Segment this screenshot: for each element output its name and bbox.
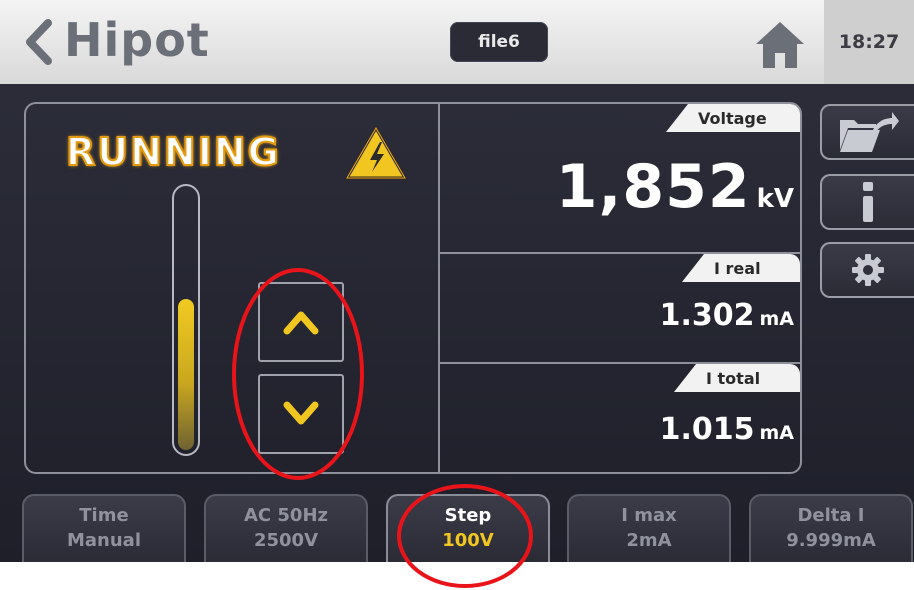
i-total-readout: 1.015 mA (660, 412, 794, 447)
file-name-button[interactable]: file6 (450, 22, 548, 62)
param-value: 100V (442, 530, 494, 551)
back-button[interactable] (24, 12, 54, 72)
home-icon[interactable] (754, 18, 806, 70)
i-real-readout: 1.302 mA (660, 298, 794, 333)
param-time-button[interactable]: Time Manual (22, 494, 186, 562)
chevron-left-icon (26, 19, 52, 65)
info-icon (863, 182, 873, 222)
chevron-down-icon (283, 401, 319, 425)
param-label: Step (444, 505, 492, 526)
param-delta-button[interactable]: Delta I 9.999mA (749, 494, 913, 562)
param-label: I max (621, 505, 677, 526)
voltage-readout: 1,852 kV (556, 152, 794, 222)
param-label: AC 50Hz (244, 505, 328, 526)
param-label: Time (79, 505, 129, 526)
voltage-unit: kV (756, 184, 794, 214)
param-value: Manual (66, 530, 141, 551)
voltage-label: Voltage (666, 104, 800, 132)
param-ac-button[interactable]: AC 50Hz 2500V (204, 494, 368, 562)
param-step-button[interactable]: Step 100V (386, 494, 550, 562)
gauge-fill (178, 299, 194, 450)
param-value: 2500V (253, 530, 319, 551)
chevron-up-icon (283, 311, 319, 335)
voltage-level-gauge (172, 184, 200, 456)
panel-divider (438, 104, 440, 472)
gear-icon (852, 254, 884, 286)
header-bar: Hipot file6 18:27 (0, 0, 914, 84)
param-imax-button[interactable]: I max 2mA (567, 494, 731, 562)
folder-export-icon (840, 112, 899, 152)
param-value: 2mA (626, 530, 672, 551)
voltage-value: 1,852 (555, 152, 751, 222)
step-up-button[interactable] (258, 282, 344, 362)
hipot-screen: Hipot file6 18:27 RUNNING Voltage 1,852 … (0, 0, 914, 562)
high-voltage-warning-icon (345, 126, 407, 180)
file-export-button[interactable] (820, 104, 914, 160)
i-real-label: I real (682, 254, 800, 282)
step-down-button[interactable] (258, 374, 344, 454)
settings-button[interactable] (820, 242, 914, 298)
info-button[interactable] (820, 174, 914, 230)
clock: 18:27 (824, 0, 914, 84)
i-total-label: I total (674, 364, 800, 392)
i-real-value: 1.302 (659, 298, 755, 333)
i-total-unit: mA (759, 422, 794, 444)
running-status: RUNNING (65, 129, 281, 175)
i-real-unit: mA (759, 308, 794, 330)
page-title: Hipot (64, 13, 210, 67)
param-value: 9.999mA (786, 530, 876, 551)
i-total-value: 1.015 (659, 412, 755, 447)
param-label: Delta I (797, 505, 865, 526)
